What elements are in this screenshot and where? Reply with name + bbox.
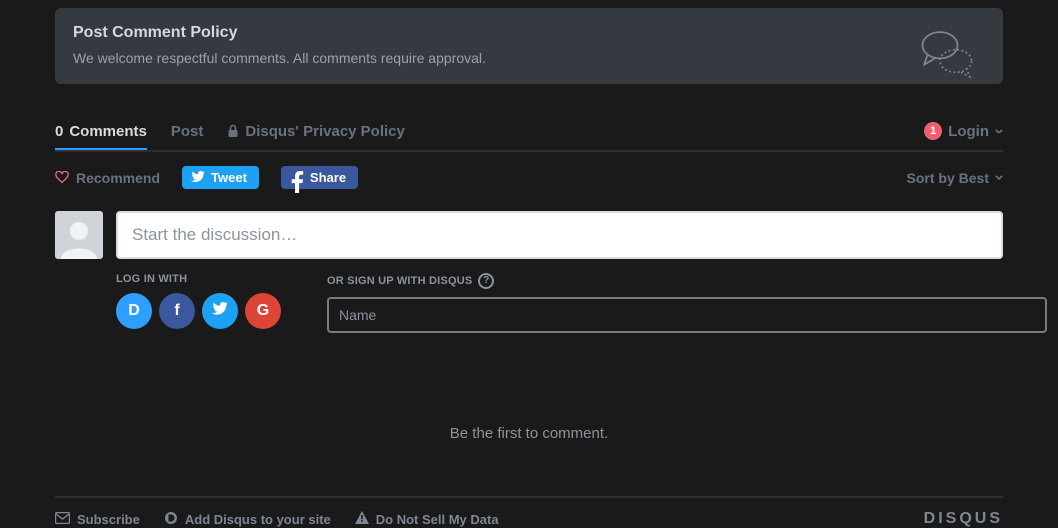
disqus-icon: D xyxy=(128,302,140,320)
signup-disqus-label: OR SIGN UP WITH DISQUS ? xyxy=(327,273,1047,289)
chevron-down-icon xyxy=(995,127,1003,135)
comment-input[interactable]: Start the discussion… xyxy=(116,211,1003,259)
twitter-icon xyxy=(191,171,205,185)
warning-icon xyxy=(355,511,369,527)
facebook-icon: f xyxy=(174,302,179,320)
actions-bar: Recommend Tweet Share Sort by Best xyxy=(55,166,1003,189)
notification-badge: 1 xyxy=(924,122,942,140)
subscribe-label: Subscribe xyxy=(77,512,140,527)
tweet-button[interactable]: Tweet xyxy=(182,166,259,189)
avatar xyxy=(55,211,103,259)
policy-text: We welcome respectful comments. All comm… xyxy=(73,50,985,66)
recommend-label: Recommend xyxy=(76,170,160,186)
share-button[interactable]: Share xyxy=(281,166,358,189)
login-label: Login xyxy=(948,123,989,140)
tab-privacy-label: Disqus' Privacy Policy xyxy=(245,123,404,140)
heart-icon xyxy=(55,171,69,185)
login-google-button[interactable]: G xyxy=(245,293,281,329)
login-disqus-button[interactable]: D xyxy=(116,293,152,329)
tab-comments-label: Comments xyxy=(69,123,147,140)
tab-bar: 0 Comments Post Disqus' Privacy Policy 1… xyxy=(55,120,1003,152)
tab-community-label: Post xyxy=(171,123,204,140)
signup-disqus-text: OR SIGN UP WITH DISQUS xyxy=(327,275,472,287)
do-not-sell-button[interactable]: Do Not Sell My Data xyxy=(355,511,499,527)
envelope-icon xyxy=(55,512,70,527)
chat-bubbles-icon xyxy=(919,26,975,82)
footer-bar: Subscribe Add Disqus to your site Do Not… xyxy=(55,496,1003,528)
google-icon: G xyxy=(257,302,269,320)
login-facebook-button[interactable]: f xyxy=(159,293,195,329)
tab-privacy[interactable]: Disqus' Privacy Policy xyxy=(227,123,404,148)
add-disqus-label: Add Disqus to your site xyxy=(185,512,331,527)
recommend-button[interactable]: Recommend xyxy=(55,170,160,186)
name-input[interactable] xyxy=(327,297,1047,333)
disqus-d-icon xyxy=(164,511,178,528)
chevron-down-icon xyxy=(995,174,1003,182)
share-label: Share xyxy=(310,170,346,185)
subscribe-button[interactable]: Subscribe xyxy=(55,512,140,527)
compose-row: Start the discussion… xyxy=(55,211,1003,259)
lock-icon xyxy=(227,124,239,138)
login-menu[interactable]: 1 Login xyxy=(924,122,1003,148)
do-not-sell-label: Do Not Sell My Data xyxy=(376,512,499,527)
twitter-icon xyxy=(212,302,228,321)
comments-count: 0 xyxy=(55,123,63,140)
policy-title: Post Comment Policy xyxy=(73,24,985,42)
sort-menu[interactable]: Sort by Best xyxy=(907,170,1003,186)
tab-comments[interactable]: 0 Comments xyxy=(55,123,147,150)
add-disqus-button[interactable]: Add Disqus to your site xyxy=(164,511,331,528)
tab-community[interactable]: Post xyxy=(171,123,204,148)
signup-row: LOG IN WITH D f G OR SIGN UP WITH DISQUS… xyxy=(116,273,1003,333)
facebook-icon xyxy=(290,171,304,185)
login-with-label: LOG IN WITH xyxy=(116,273,281,285)
tweet-label: Tweet xyxy=(211,170,247,185)
comment-policy-banner: Post Comment Policy We welcome respectfu… xyxy=(55,8,1003,84)
help-icon[interactable]: ? xyxy=(478,273,494,289)
sort-label: Sort by Best xyxy=(907,170,989,186)
login-twitter-button[interactable] xyxy=(202,293,238,329)
empty-state: Be the first to comment. xyxy=(55,425,1003,442)
